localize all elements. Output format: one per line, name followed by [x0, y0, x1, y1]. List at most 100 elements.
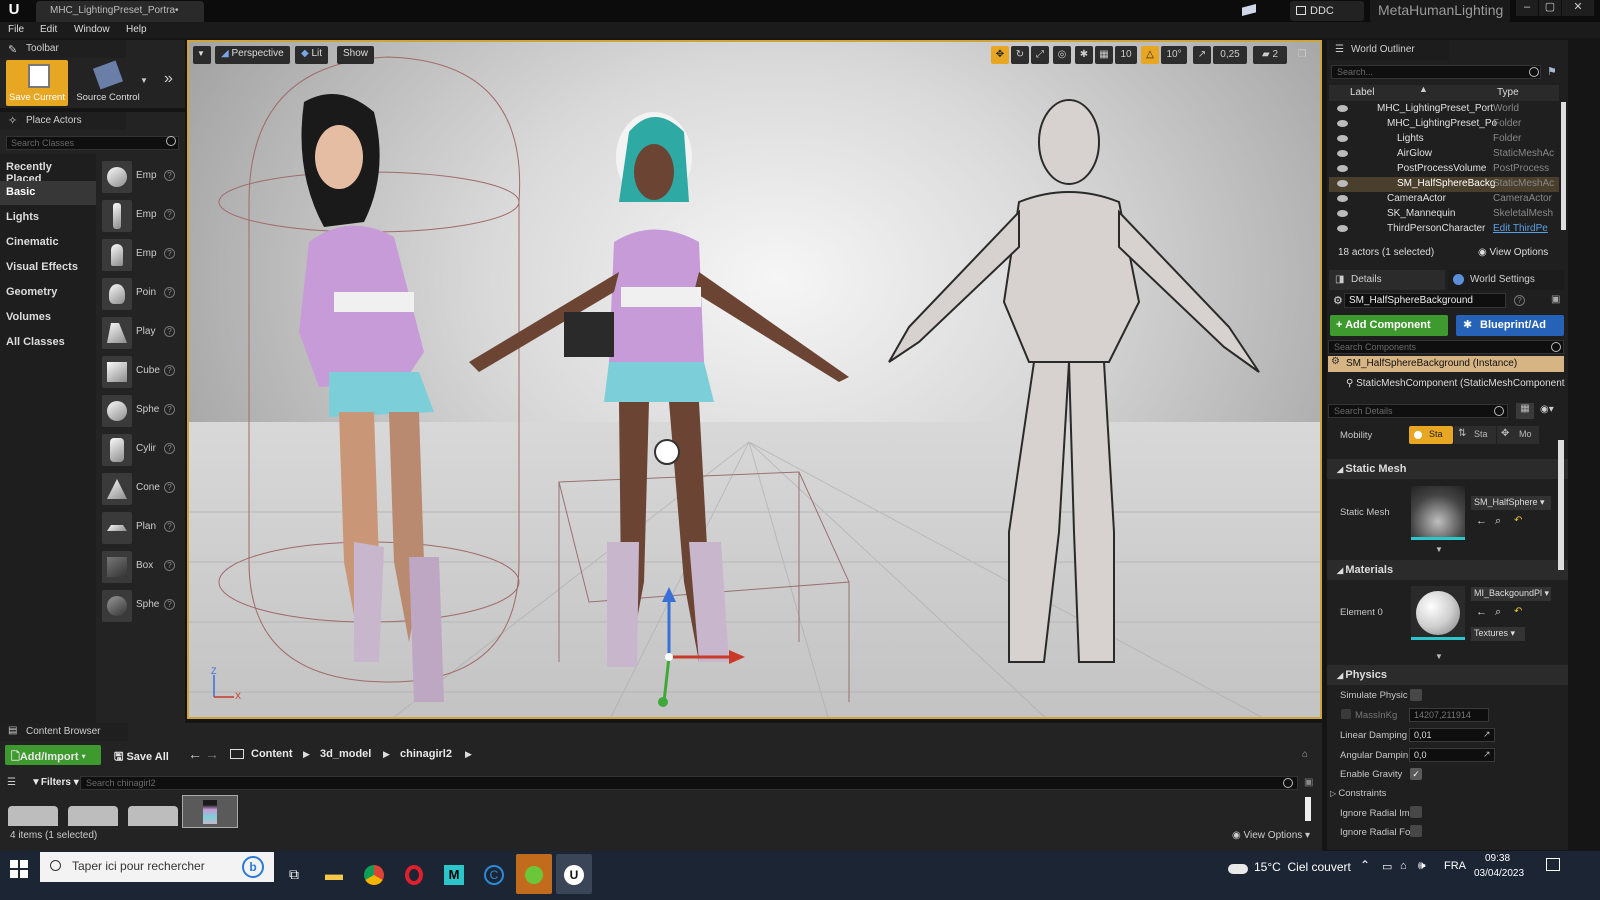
source-control-button[interactable]: Source Control [72, 60, 144, 106]
source-control-dropdown-icon[interactable]: ▼ [140, 76, 148, 85]
browse-icon[interactable]: ⌕ [1495, 606, 1501, 619]
use-selected-icon[interactable]: ← [1476, 515, 1487, 527]
taskbar-search-input[interactable]: Taper ici pour rechercher [40, 852, 274, 882]
back-arrow-icon[interactable]: ← [188, 746, 202, 762]
outliner-row[interactable]: Lights Folder [1329, 132, 1559, 147]
breadcrumb-3d-model[interactable]: 3d_model [314, 745, 377, 765]
windows-start-icon[interactable] [10, 860, 28, 878]
visibility-icon[interactable] [1337, 120, 1348, 127]
visibility-icon[interactable] [1337, 135, 1348, 142]
lit-button[interactable]: ◆ Lit [295, 46, 329, 64]
weather-text[interactable]: 15°C Ciel couvert [1254, 860, 1351, 874]
notification-icon[interactable] [1546, 858, 1560, 871]
translate-tool-icon[interactable]: ✥ [991, 46, 1009, 64]
show-button[interactable]: Show [337, 46, 375, 64]
materials-section[interactable]: ◢ Materials [1327, 560, 1568, 580]
minimize-button[interactable]: – [1516, 0, 1538, 16]
grid-snap-icon[interactable]: ▦ [1095, 46, 1113, 64]
drag-handle-icon[interactable]: ↗ [1483, 749, 1491, 760]
camera-speed[interactable]: ▰ 2 [1253, 46, 1287, 64]
actor-item[interactable]: Emp? [100, 158, 182, 196]
breadcrumb-chinagirl2[interactable]: chinagirl2 [394, 745, 458, 765]
category-geometry[interactable]: Geometry [0, 281, 96, 305]
folder-item[interactable] [128, 806, 178, 826]
view-options-eye-icon[interactable]: ◉▾ [1540, 404, 1554, 415]
scale-snap-icon[interactable]: ↗ [1193, 46, 1211, 64]
search-details-input[interactable]: Search Details [1328, 404, 1508, 418]
volume-icon[interactable]: 🕪 [1418, 858, 1426, 873]
actor-item[interactable]: Cylir? [100, 431, 182, 469]
task-view-icon[interactable]: ⧉ [276, 854, 312, 894]
outliner-row[interactable]: ThirdPersonCharacter Edit ThirdPe [1329, 222, 1559, 237]
tray-app-icon[interactable]: ▭ [1382, 860, 1392, 873]
actor-item[interactable]: Box? [100, 548, 182, 586]
asset-thumbnail-selected[interactable] [182, 795, 238, 828]
category-lights[interactable]: Lights [0, 206, 96, 230]
physics-section[interactable]: ◢ Physics [1327, 665, 1568, 685]
actor-item[interactable]: Cube? [100, 353, 182, 391]
visibility-icon[interactable] [1337, 165, 1348, 172]
scale-snap-value[interactable]: 0,25 [1213, 46, 1247, 64]
static-mesh-section[interactable]: ◢ Static Mesh [1327, 459, 1568, 479]
unreal-engine-taskbar-icon[interactable]: U [556, 854, 592, 894]
actor-item[interactable]: Play? [100, 314, 182, 352]
reset-icon[interactable]: ↶ [1514, 515, 1522, 526]
save-all-button[interactable]: 🖫 Save All [108, 745, 175, 765]
details-tab[interactable]: Details [1329, 270, 1445, 290]
simulate-physics-checkbox[interactable] [1410, 689, 1422, 701]
folder-item[interactable] [8, 806, 58, 826]
folder-item[interactable] [68, 806, 118, 826]
static-mesh-dropdown[interactable]: SM_HalfSphere ▾ [1471, 496, 1551, 510]
expand-arrow-icon[interactable]: ▼ [1435, 545, 1443, 554]
category-volumes[interactable]: Volumes [0, 306, 96, 330]
browse-icon[interactable]: ⌕ [1495, 515, 1501, 528]
outliner-row[interactable]: MHC_LightingPreset_Po Folder [1329, 117, 1559, 132]
content-scrollbar[interactable] [1305, 797, 1311, 821]
network-icon[interactable]: ⌂ [1400, 860, 1407, 872]
save-current-button[interactable]: Save Current [6, 60, 68, 106]
menu-window[interactable]: Window [74, 24, 110, 35]
search-components-input[interactable]: Search Components [1328, 340, 1564, 354]
rotation-snap-value[interactable]: 10° [1161, 46, 1187, 64]
visibility-icon[interactable] [1337, 210, 1348, 217]
file-explorer-icon[interactable]: ▬ [316, 854, 352, 894]
close-button[interactable]: ✕ [1562, 0, 1594, 16]
app-c-icon[interactable]: C [476, 854, 512, 894]
ignore-radial-force-checkbox[interactable] [1410, 825, 1422, 837]
actor-item[interactable]: Cone? [100, 470, 182, 508]
history-icon[interactable]: ⌂ [1302, 749, 1308, 760]
rotation-snap-icon[interactable]: △ [1141, 46, 1159, 64]
outliner-search-input[interactable]: Search... [1331, 65, 1541, 79]
reset-icon[interactable]: ↶ [1514, 606, 1522, 617]
add-filter-icon[interactable]: ⚑ [1547, 65, 1557, 78]
bing-icon[interactable]: b [242, 856, 264, 878]
actor-name-field[interactable]: SM_HalfSphereBackground [1344, 293, 1506, 308]
lock-icon[interactable]: ▣ [1304, 777, 1313, 788]
add-component-button[interactable]: + Add Component [1330, 315, 1448, 336]
metahuman-icon[interactable]: M [436, 854, 472, 894]
use-selected-icon[interactable]: ← [1476, 606, 1487, 618]
constraints-label[interactable]: ▷ Constraints [1330, 788, 1386, 799]
outliner-scrollbar[interactable] [1561, 102, 1566, 230]
component-instance-row[interactable]: SM_HalfSphereBackground (Instance) [1328, 356, 1564, 372]
category-all-classes[interactable]: All Classes [0, 331, 96, 355]
content-view-options[interactable]: ◉ View Options ▾ [1232, 830, 1310, 841]
visibility-icon[interactable] [1337, 150, 1348, 157]
world-settings-tab[interactable]: World Settings [1448, 270, 1564, 290]
actor-item[interactable]: Emp? [100, 236, 182, 274]
outliner-row[interactable]: SK_Mannequin SkeletalMesh [1329, 207, 1559, 222]
category-cinematic[interactable]: Cinematic [0, 231, 96, 255]
rotate-tool-icon[interactable]: ↻ [1011, 46, 1029, 64]
ddc-indicator[interactable]: DDC [1290, 1, 1364, 21]
material-dropdown[interactable]: MI_BackgoundPl ▾ [1471, 587, 1551, 601]
visibility-icon[interactable] [1337, 225, 1348, 232]
static-mesh-thumbnail[interactable] [1411, 486, 1465, 540]
mass-field[interactable]: 14207,211914 [1409, 708, 1489, 722]
opera-icon[interactable] [396, 854, 432, 894]
drag-handle-icon[interactable]: ↗ [1483, 729, 1491, 740]
outliner-row[interactable]: MHC_LightingPreset_Port World [1329, 102, 1559, 117]
menu-file[interactable]: File [8, 24, 24, 35]
actor-item[interactable]: Emp? [100, 197, 182, 235]
content-search-input[interactable]: Search chinagirl2 [80, 776, 1298, 790]
viewport-options-button[interactable]: ▼ [193, 46, 211, 64]
